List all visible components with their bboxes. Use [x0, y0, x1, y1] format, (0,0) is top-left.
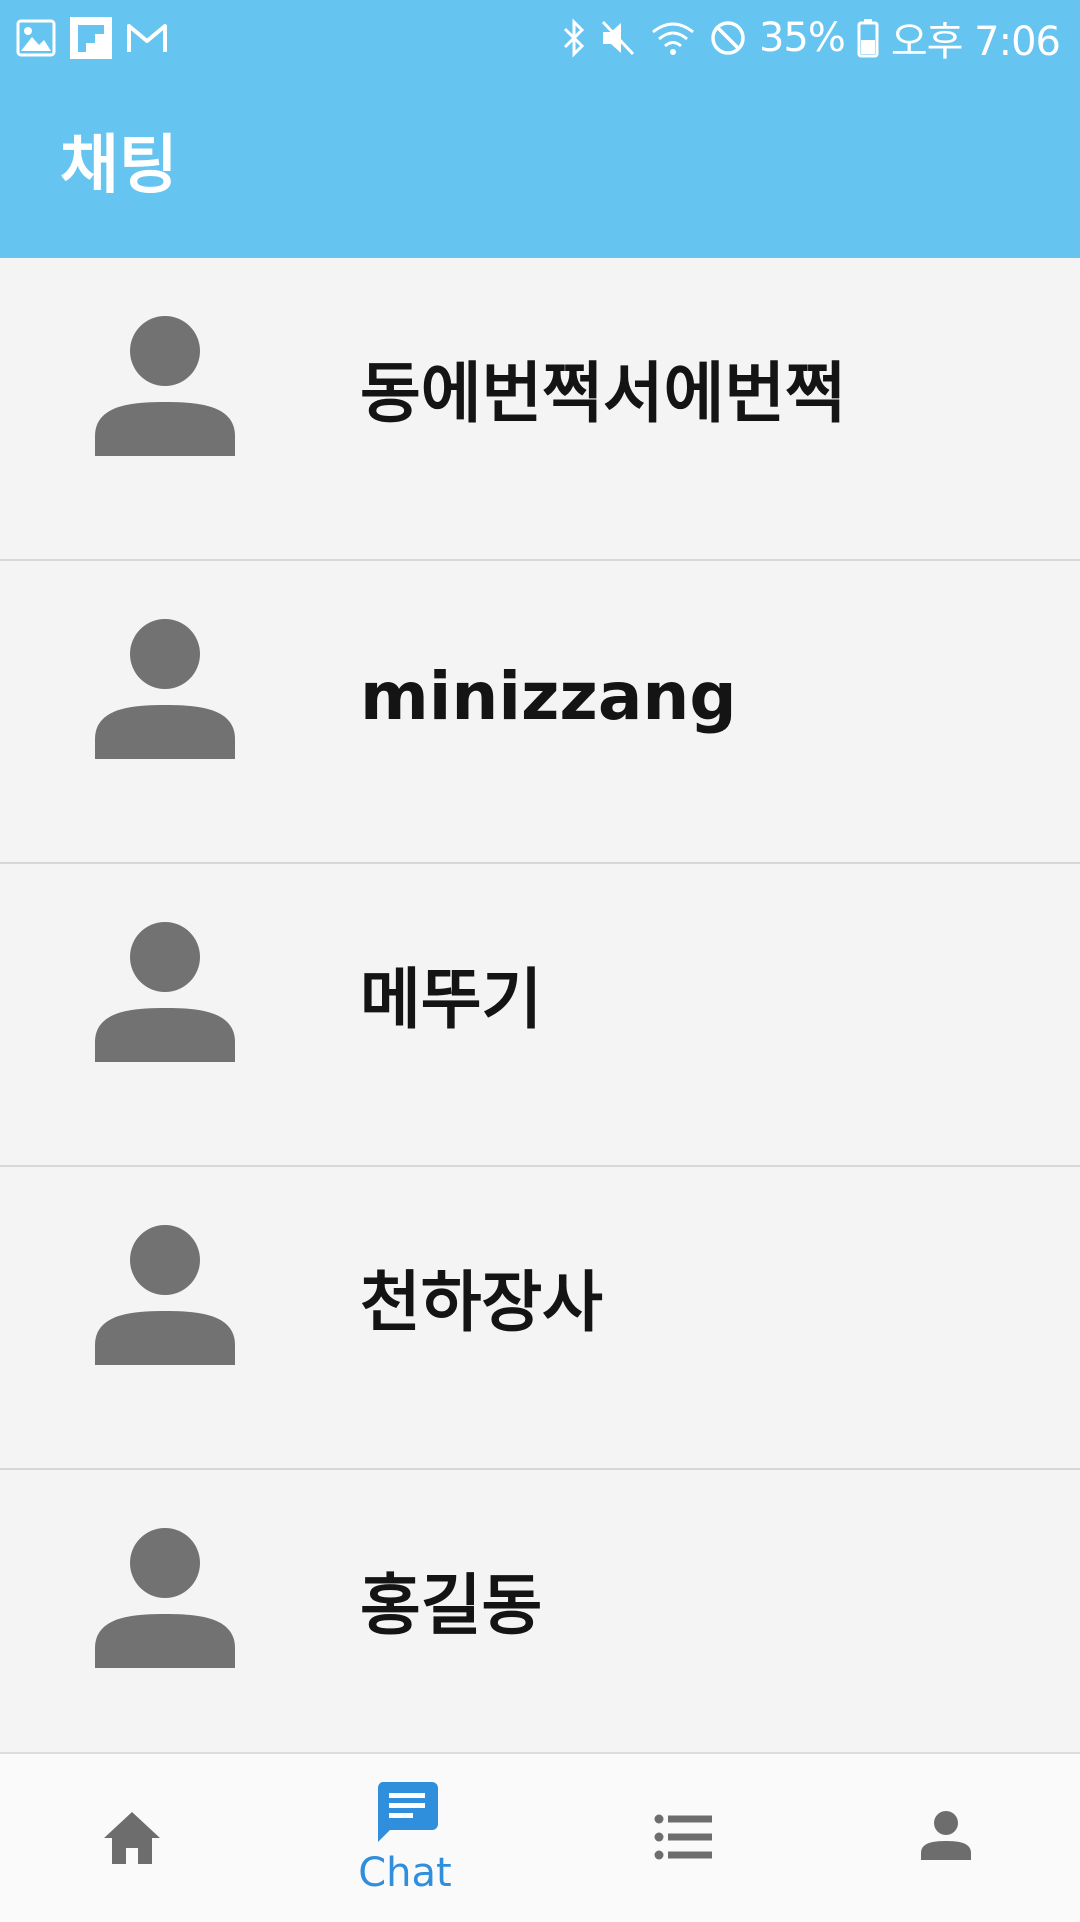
chat-name: 홍길동 [360, 1567, 543, 1644]
battery-percent: 35% [758, 15, 846, 61]
app-bar: 35% 오후 7:06 채팅 [0, 0, 1080, 258]
chat-name: 동에번쩍서에번쩍 [360, 355, 846, 432]
chat-list-item[interactable]: 메뚜기 [0, 864, 1080, 1167]
bluetooth-icon [561, 18, 587, 58]
nav-chat[interactable]: Chat [270, 1754, 540, 1922]
chat-name: minizzang [360, 658, 737, 735]
chat-icon [377, 1782, 438, 1842]
chat-list: 동에번쩍서에번쩍 minizzang 메뚜기 천하장사 홍길동 [0, 258, 1080, 1773]
status-left-icons [16, 16, 168, 60]
battery-icon [857, 18, 879, 58]
chat-name: 천하장사 [360, 1264, 603, 1341]
person-icon [921, 1811, 971, 1860]
gallery-icon [16, 19, 56, 57]
list-icon [654, 1814, 712, 1860]
chat-name: 메뚜기 [360, 961, 543, 1038]
status-time: 오후 7:06 [890, 19, 1061, 65]
home-icon [104, 1812, 160, 1864]
avatar [95, 922, 235, 1062]
avatar [95, 619, 235, 759]
nav-list[interactable] [540, 1754, 810, 1922]
status-bar: 35% 오후 7:06 [0, 0, 1080, 76]
chat-list-item[interactable]: minizzang [0, 561, 1080, 864]
gmail-icon [126, 21, 168, 55]
mute-icon [599, 18, 637, 58]
avatar [95, 1528, 235, 1668]
avatar [95, 1225, 235, 1365]
page-title: 채팅 [60, 129, 178, 203]
nav-home[interactable] [0, 1754, 270, 1922]
flipboard-icon [70, 17, 112, 59]
bottom-navigation: Chat [0, 1752, 1080, 1922]
chat-list-item[interactable]: 천하장사 [0, 1167, 1080, 1470]
nav-chat-label: Chat [358, 1850, 452, 1896]
chat-list-item[interactable]: 동에번쩍서에번쩍 [0, 258, 1080, 561]
chat-list-item[interactable]: 홍길동 [0, 1470, 1080, 1773]
avatar [95, 316, 235, 456]
nav-profile[interactable] [810, 1754, 1080, 1922]
do-not-disturb-icon [709, 19, 747, 57]
wifi-icon [649, 18, 697, 58]
status-right-icons: 35% 오후 7:06 [561, 10, 1061, 66]
